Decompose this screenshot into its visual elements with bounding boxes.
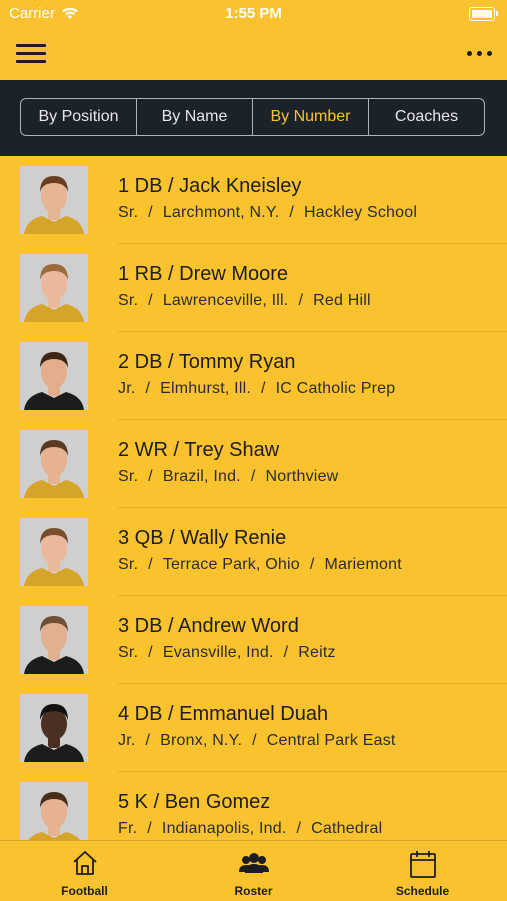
tab-roster[interactable]: Roster — [169, 841, 338, 901]
player-high-school: Mariemont — [324, 556, 402, 573]
separator: / — [298, 292, 304, 309]
house-icon — [72, 851, 97, 875]
player-number-position-name: 4 DB / Emmanuel Duah — [118, 703, 329, 725]
roster-row[interactable]: 3 DB / Andrew Word Sr. / Evansville, Ind. /… — [0, 596, 507, 684]
player-hometown: Brazil, Ind. — [162, 468, 241, 485]
roster-filter-bar: By Position By Name By Number Coaches — [0, 80, 507, 156]
player-class-year: Sr. — [118, 644, 139, 661]
separator: / — [148, 468, 153, 485]
segment-by-position[interactable]: By Position — [21, 99, 137, 135]
player-high-school: Central Park East — [266, 732, 396, 749]
tab-football-label: Football — [61, 884, 108, 898]
separator: / — [296, 820, 302, 837]
nav-bar — [0, 30, 507, 80]
player-photo — [20, 254, 88, 322]
separator: / — [309, 556, 315, 573]
player-photo — [20, 166, 88, 234]
separator: / — [289, 204, 295, 221]
separator: / — [148, 292, 153, 309]
roster-sort-segmented-control: By Position By Name By Number Coaches — [20, 98, 485, 136]
separator: / — [147, 820, 152, 837]
separator: / — [148, 556, 153, 573]
player-photo — [20, 606, 88, 674]
hamburger-menu-icon[interactable] — [16, 44, 46, 64]
separator: / — [283, 644, 289, 661]
player-high-school: IC Catholic Prep — [275, 380, 396, 397]
player-photo — [20, 694, 88, 762]
player-high-school: Red Hill — [313, 292, 371, 309]
player-class-year: Fr. — [118, 820, 138, 837]
tab-football[interactable]: Football — [0, 841, 169, 901]
player-details: Sr. / Terrace Park, Ohio / Mariemont — [118, 556, 402, 574]
player-photo — [20, 782, 88, 840]
people-icon — [238, 853, 269, 873]
segment-by-number[interactable]: By Number — [253, 99, 369, 135]
player-class-year: Jr. — [118, 732, 136, 749]
player-hometown: Lawrenceville, Ill. — [162, 292, 289, 309]
player-number-position-name: 2 DB / Tommy Ryan — [118, 351, 296, 373]
player-class-year: Sr. — [118, 468, 139, 485]
player-number-position-name: 3 DB / Andrew Word — [118, 615, 299, 637]
segment-coaches[interactable]: Coaches — [369, 99, 484, 135]
player-details: Sr. / Lawrenceville, Ill. / Red Hill — [118, 292, 371, 310]
separator: / — [145, 380, 151, 397]
status-bar: Carrier 1:55 PM — [0, 0, 507, 30]
player-class-year: Sr. — [118, 292, 139, 309]
roster-row[interactable]: 3 QB / Wally Renie Sr. / Terrace Park, Ohi… — [0, 508, 507, 596]
tab-schedule[interactable]: Schedule — [338, 841, 507, 901]
player-number-position-name: 2 WR / Trey Shaw — [118, 439, 280, 461]
roster-row[interactable]: 1 DB / Jack Kneisley Sr. / Larchmont, N.Y.… — [0, 156, 507, 244]
player-details: Jr. / Elmhurst, Ill. / IC Catholic Prep — [118, 380, 395, 398]
separator: / — [148, 204, 153, 221]
player-number-position-name: 1 RB / Drew Moore — [118, 263, 289, 285]
separator: / — [145, 732, 151, 749]
separator: / — [148, 644, 153, 661]
player-details: Jr. / Bronx, N.Y. / Central Park East — [118, 732, 396, 750]
player-number-position-name: 1 DB / Jack Kneisley — [118, 175, 302, 197]
separator: / — [252, 732, 257, 749]
player-class-year: Sr. — [118, 556, 139, 573]
player-high-school: Northview — [265, 468, 339, 485]
battery-icon — [469, 7, 498, 21]
player-hometown: Bronx, N.Y. — [160, 732, 243, 749]
roster-row[interactable]: 2 DB / Tommy Ryan Jr. / Elmhurst, Ill. / IC … — [0, 332, 507, 420]
player-details: Sr. / Evansville, Ind. / Reitz — [118, 644, 336, 662]
roster-row[interactable]: 4 DB / Emmanuel Duah Jr. / Bronx, N.Y. / Cen… — [0, 684, 507, 772]
separator: / — [260, 380, 266, 397]
tab-schedule-label: Schedule — [395, 884, 450, 898]
player-details: Sr. / Larchmont, N.Y. / Hackley School — [118, 204, 417, 222]
roster-row[interactable]: 1 RB / Drew Moore Sr. / Lawrenceville, Ill… — [0, 244, 507, 332]
player-high-school: Cathedral — [311, 820, 383, 837]
player-hometown: Elmhurst, Ill. — [160, 380, 251, 397]
calendar-icon — [409, 851, 436, 878]
player-number-position-name: 3 QB / Wally Renie — [118, 527, 287, 549]
player-hometown: Indianapolis, Ind. — [161, 820, 287, 837]
roster-list[interactable]: 1 DB / Jack Kneisley Sr. / Larchmont, N.Y.… — [0, 156, 507, 840]
player-hometown: Terrace Park, Ohio — [162, 556, 300, 573]
player-number-position-name: 5 K / Ben Gomez — [118, 791, 271, 813]
player-details: Sr. / Brazil, Ind. / Northview — [118, 468, 338, 486]
more-dots-icon[interactable] — [467, 46, 493, 60]
tab-roster-label: Roster — [234, 884, 273, 898]
segment-by-name[interactable]: By Name — [137, 99, 253, 135]
player-hometown: Larchmont, N.Y. — [162, 204, 280, 221]
separator: / — [250, 468, 256, 485]
player-photo — [20, 342, 88, 410]
status-time: 1:55 PM — [225, 5, 282, 22]
roster-row[interactable]: 2 WR / Trey Shaw Sr. / Brazil, Ind. / Northv… — [0, 420, 507, 508]
player-hometown: Evansville, Ind. — [162, 644, 274, 661]
player-high-school: Reitz — [298, 644, 336, 661]
player-high-school: Hackley School — [304, 204, 418, 221]
player-details: Fr. / Indianapolis, Ind. / Cathedral — [118, 820, 382, 838]
player-class-year: Jr. — [118, 380, 136, 397]
tab-bar: Football Roster Schedule — [0, 840, 507, 901]
player-photo — [20, 518, 88, 586]
roster-row[interactable]: 5 K / Ben Gomez Fr. / Indianapolis, Ind. / C… — [0, 772, 507, 840]
player-photo — [20, 430, 88, 498]
player-class-year: Sr. — [118, 204, 139, 221]
